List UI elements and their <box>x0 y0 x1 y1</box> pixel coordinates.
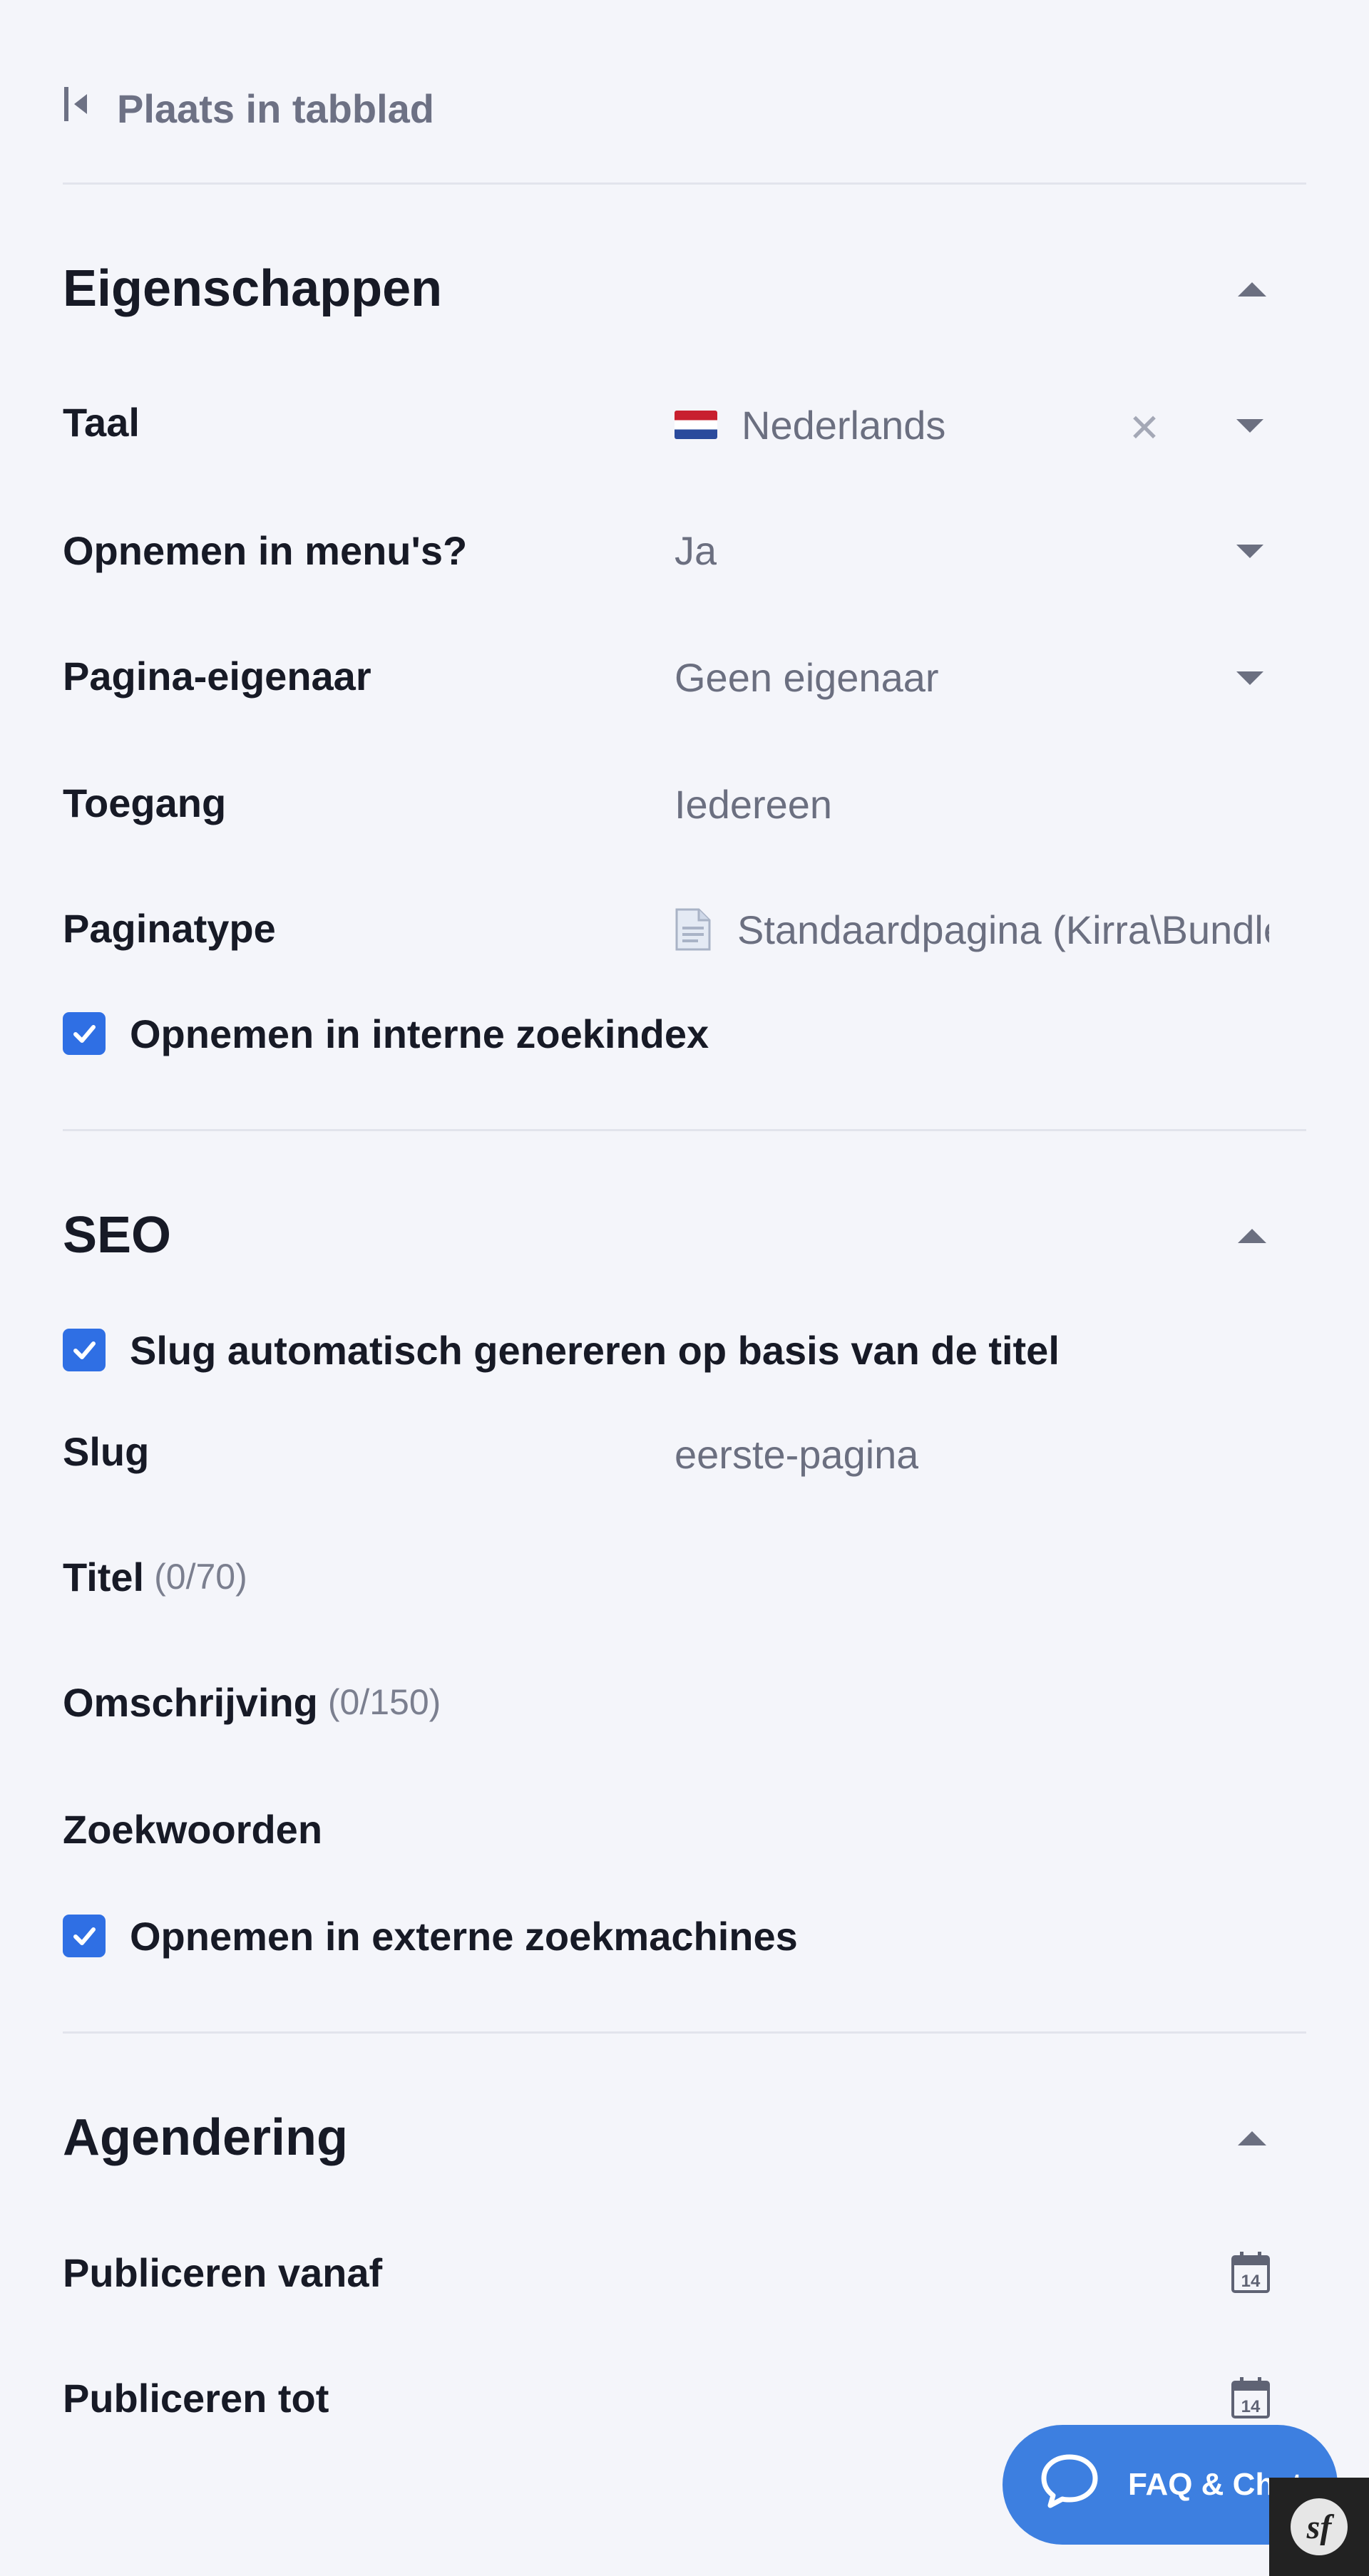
page-owner-label: Pagina-eigenaar <box>63 653 371 699</box>
meta-title-counter: (0/70) <box>154 1557 247 1597</box>
meta-title-text: Titel <box>63 1554 145 1599</box>
access-value: Iedereen <box>675 781 833 827</box>
language-select[interactable]: Nederlands <box>675 396 945 453</box>
publish-until-calendar-day: 14 <box>1241 2397 1261 2416</box>
document-icon <box>675 907 712 952</box>
page-owner-select[interactable]: Geen eigenaar <box>675 649 939 706</box>
publish-until-calendar-icon[interactable]: 14 <box>1231 2376 1271 2419</box>
slug-label: Slug <box>63 1428 150 1474</box>
place-in-tab-label: Plaats in tabblad <box>117 86 434 131</box>
publish-from-calendar-day: 14 <box>1241 2272 1261 2291</box>
publish-until-label: Publiceren tot <box>63 2375 329 2421</box>
description-label: Omschrijving (0/150) <box>63 1674 441 1731</box>
external-index-label: Opnemen in externe zoekmachines <box>130 1913 798 1959</box>
checkmark-icon <box>63 1012 106 1055</box>
page-type-label: Paginatype <box>63 905 276 951</box>
page-owner-dropdown-chevron-icon[interactable] <box>1236 671 1263 685</box>
symfony-toolbar-icon[interactable]: sf <box>1269 2478 1369 2576</box>
collapse-scheduling-chevron-icon[interactable] <box>1238 2131 1266 2145</box>
language-value: Nederlands <box>742 402 946 448</box>
place-in-tab-link[interactable]: Plaats in tabblad <box>63 80 434 137</box>
section-title-properties[interactable]: Eigenschappen <box>63 257 442 321</box>
checkmark-icon <box>63 1915 106 1957</box>
keywords-label: Zoekwoorden <box>63 1806 323 1852</box>
collapse-properties-chevron-icon[interactable] <box>1238 282 1266 297</box>
slug-input[interactable]: eerste-pagina <box>675 1426 918 1483</box>
language-dropdown-chevron-icon[interactable] <box>1236 419 1263 433</box>
divider <box>63 2031 1306 2034</box>
page-owner-value: Geen eigenaar <box>675 654 939 700</box>
internal-index-checkbox[interactable]: Opnemen in interne zoekindex <box>63 1005 709 1062</box>
auto-slug-checkbox[interactable]: Slug automatisch genereren op basis van … <box>63 1322 1060 1379</box>
language-label: Taal <box>63 399 140 445</box>
dutch-flag-icon <box>675 411 717 439</box>
description-text: Omschrijving <box>63 1679 318 1725</box>
internal-index-label: Opnemen in interne zoekindex <box>130 1011 709 1056</box>
divider <box>63 1129 1306 1131</box>
description-counter: (0/150) <box>327 1682 441 1722</box>
svg-text:sf: sf <box>1306 2508 1335 2546</box>
collapse-seo-chevron-icon[interactable] <box>1238 1229 1266 1243</box>
collapse-to-tab-icon <box>63 86 91 132</box>
meta-title-label: Titel (0/70) <box>63 1548 247 1605</box>
publish-from-label: Publiceren vanaf <box>63 2250 383 2295</box>
section-title-scheduling[interactable]: Agendering <box>63 2106 348 2170</box>
checkmark-icon <box>63 1329 106 1371</box>
page-type-value: Standaardpagina (Kirra\Bundle <box>675 901 1269 958</box>
page-type-text: Standaardpagina (Kirra\Bundle <box>737 907 1269 952</box>
page-properties-panel: Plaats in tabblad Eigenschappen Taal Ned… <box>0 0 1369 2576</box>
clear-language-icon[interactable]: ✕ <box>1127 399 1162 456</box>
in-menus-select[interactable]: Ja <box>675 522 717 579</box>
in-menus-dropdown-chevron-icon[interactable] <box>1236 545 1263 558</box>
divider <box>63 182 1306 185</box>
auto-slug-label: Slug automatisch genereren op basis van … <box>130 1327 1060 1373</box>
in-menus-label: Opnemen in menu's? <box>63 527 468 573</box>
external-index-checkbox[interactable]: Opnemen in externe zoekmachines <box>63 1907 798 1964</box>
chat-bubble-icon <box>1040 2453 1099 2518</box>
section-title-seo[interactable]: SEO <box>63 1203 171 1267</box>
publish-from-calendar-icon[interactable]: 14 <box>1231 2251 1271 2294</box>
in-menus-value: Ja <box>675 527 717 573</box>
access-label: Toegang <box>63 780 227 825</box>
